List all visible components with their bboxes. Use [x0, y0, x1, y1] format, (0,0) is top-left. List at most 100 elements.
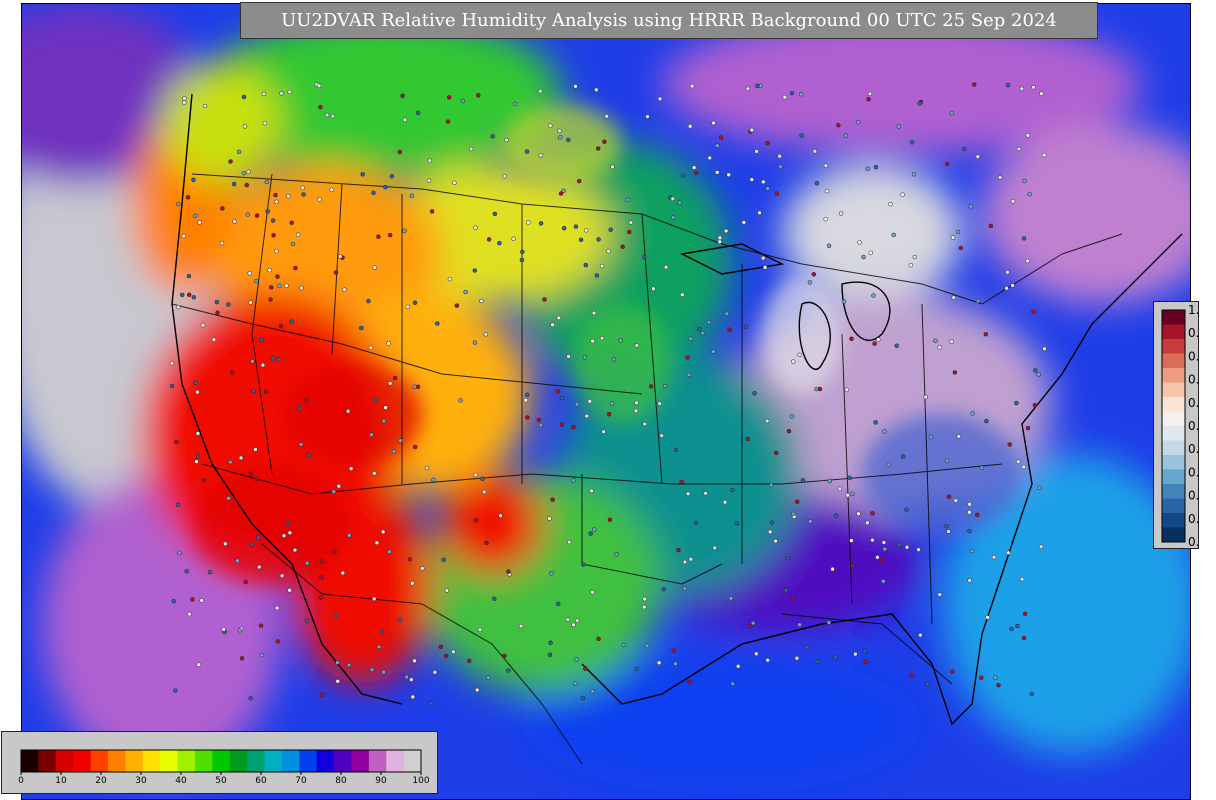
station-dot — [594, 273, 600, 278]
increment-tick-label: 0.6 — [1188, 396, 1200, 410]
increment-colorbar-cell — [1162, 484, 1185, 499]
station-dot — [602, 139, 607, 144]
station-dot — [765, 140, 770, 146]
station-dot — [894, 343, 899, 348]
station-dot — [402, 117, 408, 123]
station-dot — [979, 675, 984, 680]
station-dot — [428, 700, 434, 706]
station-dot — [856, 511, 861, 516]
station-dot — [870, 511, 875, 516]
station-dot — [592, 527, 597, 532]
station-dot — [711, 120, 716, 126]
station-dot — [549, 571, 554, 576]
station-dot — [961, 146, 967, 152]
station-dot — [1005, 269, 1010, 275]
station-dot — [918, 632, 923, 638]
station-dot — [1031, 309, 1036, 314]
station-dot — [1019, 576, 1025, 582]
station-dot — [254, 476, 259, 482]
station-dot — [790, 595, 795, 601]
increment-colorbar-cell — [1162, 440, 1185, 456]
station-dot — [682, 586, 688, 591]
station-dot — [236, 149, 242, 155]
station-dot — [815, 659, 820, 664]
station-dot — [707, 155, 712, 161]
station-dot — [441, 557, 446, 563]
station-dot — [359, 325, 364, 331]
station-dot — [979, 465, 985, 471]
station-dot — [492, 211, 498, 217]
station-dot — [1027, 191, 1032, 197]
station-dot — [670, 196, 676, 202]
station-dot — [849, 336, 854, 342]
station-dot — [857, 240, 862, 245]
station-dot — [195, 431, 201, 436]
station-dot — [402, 228, 407, 234]
station-dot — [764, 418, 770, 424]
station-dot — [741, 220, 747, 225]
station-dot — [778, 164, 783, 170]
station-dot — [182, 96, 187, 101]
increment-tick-label: 0.3 — [1188, 465, 1200, 479]
station-dot — [366, 298, 371, 304]
station-dot — [968, 204, 974, 209]
station-dot — [256, 564, 262, 570]
station-dot — [511, 236, 516, 242]
station-dot — [371, 190, 376, 196]
station-dot — [193, 213, 198, 219]
station-dot — [379, 629, 385, 635]
station-dot — [841, 299, 847, 304]
station-dot — [397, 149, 403, 155]
station-dot — [576, 178, 582, 184]
station-dot — [896, 542, 902, 548]
station-dot — [706, 319, 712, 325]
station-dot — [714, 170, 720, 175]
station-dot — [219, 240, 225, 246]
station-dot — [850, 563, 855, 569]
station-dot — [767, 529, 773, 535]
station-dot — [376, 234, 381, 239]
station-dot — [490, 134, 495, 139]
station-dot — [768, 482, 774, 488]
station-dot — [761, 179, 766, 185]
rh-tick-label: 80 — [335, 776, 347, 786]
station-dot — [259, 652, 265, 658]
station-dot — [967, 528, 972, 534]
station-dot — [866, 96, 871, 102]
station-dot — [486, 237, 492, 242]
increment-colorbar-cell — [1162, 324, 1185, 340]
station-dot — [429, 209, 435, 214]
station-dot — [268, 297, 273, 302]
station-dot — [565, 617, 571, 622]
station-dot — [812, 149, 818, 154]
rh-colorbar-cell — [368, 750, 387, 772]
station-dot — [329, 187, 334, 193]
rh-colorbar-cell — [264, 750, 283, 772]
station-dot — [975, 512, 980, 518]
station-dot — [773, 538, 778, 544]
station-dot — [958, 245, 963, 251]
station-dot — [875, 555, 880, 560]
station-dot — [190, 597, 195, 602]
station-dot — [794, 499, 800, 505]
station-dot — [608, 227, 613, 232]
station-dot — [685, 355, 690, 360]
station-dot — [548, 123, 553, 128]
station-dot — [391, 449, 397, 454]
station-dot — [376, 644, 382, 650]
station-dot — [571, 478, 576, 483]
station-dot — [847, 475, 852, 481]
station-dot — [320, 559, 325, 564]
station-dot — [483, 332, 489, 337]
rh-colorbar-cells — [21, 750, 422, 772]
station-dot — [983, 331, 989, 337]
station-dot — [773, 450, 779, 456]
station-dot — [590, 338, 595, 344]
station-dot — [476, 93, 481, 98]
station-dot — [369, 667, 375, 673]
increment-tick-label: 0.1 — [1188, 512, 1200, 526]
station-dot — [581, 562, 586, 567]
increment-tick-label: 0.2 — [1188, 489, 1200, 503]
station-dot — [595, 146, 601, 151]
station-dot — [372, 471, 377, 476]
